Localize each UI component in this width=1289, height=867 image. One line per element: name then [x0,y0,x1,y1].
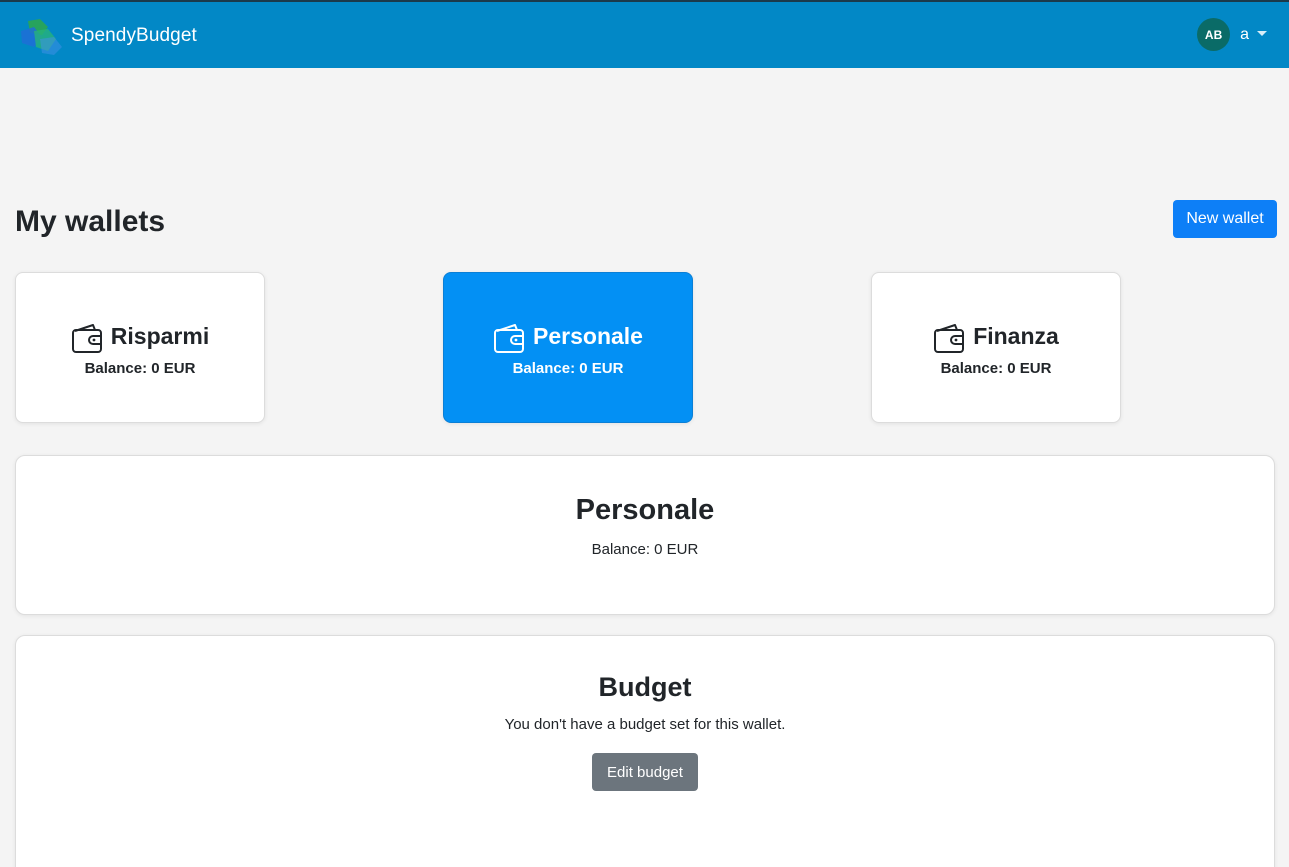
wallet-card-header: Risparmi [16,317,264,355]
wallet-detail-panel: Personale Balance: 0 EUR [15,455,1275,615]
budget-title: Budget [598,672,692,702]
new-wallet-button[interactable]: New wallet [1173,200,1277,238]
wallet-card-header: Personale [444,317,692,355]
wallet-icon [494,324,525,353]
edit-budget-button[interactable]: Edit budget [592,753,698,791]
avatar: AB [1197,18,1231,51]
spendybudget-logo-icon [18,17,64,55]
wallet-icon [71,324,102,353]
wallet-name: Finanza [973,322,1059,349]
wallet-card-personale[interactable]: Personale Balance: 0 EUR [443,272,693,423]
brand-link[interactable]: SpendyBudget [18,17,197,55]
page-title: My wallets [15,205,166,238]
user-name: a [1240,25,1249,43]
wallet-detail-title: Personale [575,494,715,526]
wallet-detail-balance: Balance: 0 EUR [591,541,699,558]
top-navbar: SpendyBudget AB a [0,0,1289,68]
wallet-card-header: Finanza [872,317,1120,355]
brand-name: SpendyBudget [71,25,197,46]
wallet-balance: Balance: 0 EUR [940,360,1052,377]
caret-down-icon [1257,31,1267,36]
wallet-name: Personale [533,322,643,349]
wallet-balance: Balance: 0 EUR [512,360,624,377]
wallet-card-risparmi[interactable]: Risparmi Balance: 0 EUR [15,272,265,423]
budget-panel: Budget You don't have a budget set for t… [15,635,1275,867]
budget-message: You don't have a budget set for this wal… [504,716,786,733]
wallet-icon [934,324,965,353]
user-menu-dropdown[interactable]: AB a [1197,18,1267,51]
wallet-name: Risparmi [110,322,210,349]
wallet-card-finanza[interactable]: Finanza Balance: 0 EUR [871,272,1121,423]
wallet-balance: Balance: 0 EUR [84,360,196,377]
